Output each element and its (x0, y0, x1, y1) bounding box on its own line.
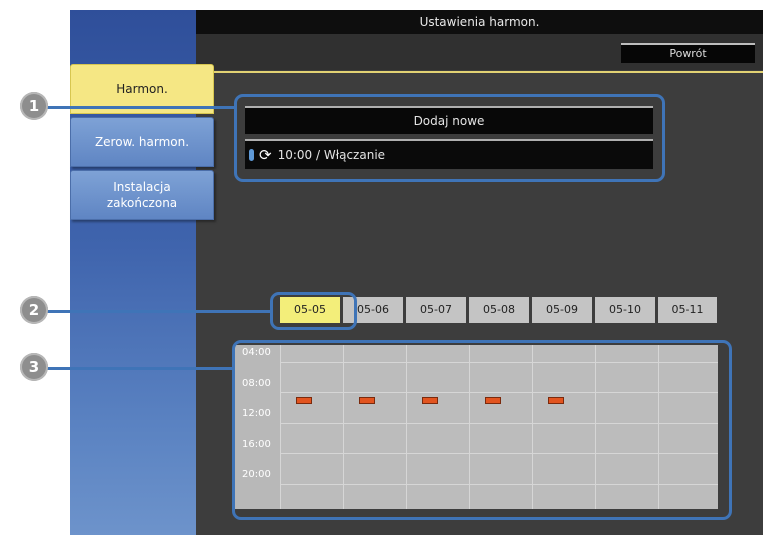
window-title: Ustawienia harmon. (196, 10, 763, 34)
back-button[interactable]: Powrót (621, 43, 755, 63)
tab-divider-line (214, 71, 763, 73)
date-05-11[interactable]: 05-11 (658, 297, 717, 323)
callout-marker-3: 3 (20, 353, 48, 381)
tab-setup-complete[interactable]: Instalacja zakończona (70, 170, 214, 220)
callout-leader-1 (40, 106, 236, 109)
date-05-09[interactable]: 05-09 (532, 297, 592, 323)
callout-leader-2 (40, 310, 272, 313)
tab-reset-schedule-label: Zerow. harmon. (94, 135, 190, 149)
callout-box-timeline (232, 340, 732, 520)
tab-setup-complete-label: Instalacja zakończona (106, 180, 178, 210)
tab-reset-schedule[interactable]: Zerow. harmon. (70, 117, 214, 167)
date-05-10[interactable]: 05-10 (595, 297, 655, 323)
callout-marker-2: 2 (20, 296, 48, 324)
date-05-08[interactable]: 05-08 (469, 297, 529, 323)
date-05-07[interactable]: 05-07 (406, 297, 466, 323)
callout-leader-3 (40, 367, 234, 370)
callout-marker-1: 1 (20, 92, 48, 120)
callout-box-schedule-list (234, 94, 665, 182)
callout-box-date-selector (270, 292, 357, 330)
tab-schedule-label: Harmon. (116, 82, 168, 96)
